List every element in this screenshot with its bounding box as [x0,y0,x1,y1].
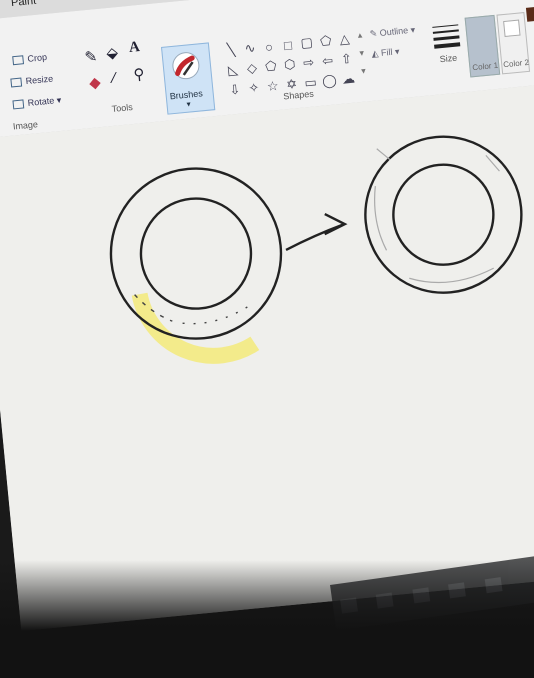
arrow-drawing [285,212,348,251]
crop-icon [12,55,25,66]
color-picker-icon[interactable]: ⁄ [112,70,116,87]
fill-icon[interactable]: ⬙ [105,43,119,62]
rotate-button[interactable]: Rotate ▾ [12,95,62,111]
rotate-icon [12,99,25,110]
outer-circle [109,167,283,340]
crop-button[interactable]: Crop [12,52,47,66]
pencil-icon[interactable]: ✎ [84,47,98,66]
monitor-bezel-shadow [0,560,534,678]
canvas-drawing [109,135,523,364]
image-group-label: Image [12,119,39,132]
oval-callout-shape-icon[interactable]: ◯ [322,72,338,89]
drawing-canvas[interactable] [0,79,534,632]
polygon-shape-icon[interactable]: ⬠ [319,33,332,50]
resize-icon [10,77,23,88]
triangle-shape-icon[interactable]: △ [339,31,350,48]
diamond-shape-icon[interactable]: ◇ [246,60,257,77]
curve-shape-icon[interactable]: ∿ [244,40,256,57]
right-arrow-shape-icon[interactable]: ⇨ [303,54,315,71]
color2-chip [503,19,521,37]
rounded-rectangle-shape-icon[interactable]: ▢ [300,34,314,51]
text-icon[interactable]: A [128,39,140,57]
rectangle-shape-icon[interactable]: □ [283,37,292,53]
gallery-more-icon[interactable]: ▾ [361,65,367,76]
gallery-up-arrow-icon[interactable]: ▴ [357,30,363,41]
down-arrow-shape-icon[interactable]: ⇩ [229,82,241,99]
window-title: Paint [10,0,37,10]
yellow-highlight-stroke [131,292,260,364]
right-ring-drawing [364,135,523,294]
inner-circle [139,197,253,310]
oval-shape-icon[interactable]: ○ [264,39,273,55]
magnifier-icon[interactable]: ⚲ [133,65,146,84]
line-shape-icon[interactable]: ╲ [226,42,235,59]
inner-circle [392,163,495,266]
left-arrow-shape-icon[interactable]: ⇦ [321,53,333,70]
shape-fill-button[interactable]: ◭ Fill ▾ [371,46,400,60]
palette-color-chip[interactable] [525,6,534,22]
left-ring-drawing [109,167,283,364]
tools-group-label: Tools [111,101,134,114]
size-button[interactable]: Size [428,20,467,79]
eraser-icon[interactable]: ◆ [88,73,101,92]
shape-outline-button[interactable]: ✎ Outline ▾ [369,25,415,40]
paint-window: Paint Crop Resize Rotate ▾ Image ✎ ⬙ A ◆… [0,0,534,632]
resize-button[interactable]: Resize [10,73,54,88]
pentagon-shape-icon[interactable]: ⬠ [264,58,277,75]
chevron-down-icon: ▾ [186,99,192,109]
hexagon-shape-icon[interactable]: ⬡ [283,56,296,73]
brush-icon [172,52,200,80]
five-point-star-shape-icon[interactable]: ☆ [266,78,279,95]
brushes-button[interactable]: Brushes ▾ [161,42,216,115]
four-point-star-shape-icon[interactable]: ✧ [248,80,260,97]
up-arrow-shape-icon[interactable]: ⇧ [340,51,352,68]
gallery-down-arrow-icon[interactable]: ▾ [359,48,365,59]
shapes-group-label: Shapes [282,88,315,102]
cloud-callout-shape-icon[interactable]: ☁ [341,71,355,88]
right-triangle-shape-icon[interactable]: ◺ [227,62,238,79]
